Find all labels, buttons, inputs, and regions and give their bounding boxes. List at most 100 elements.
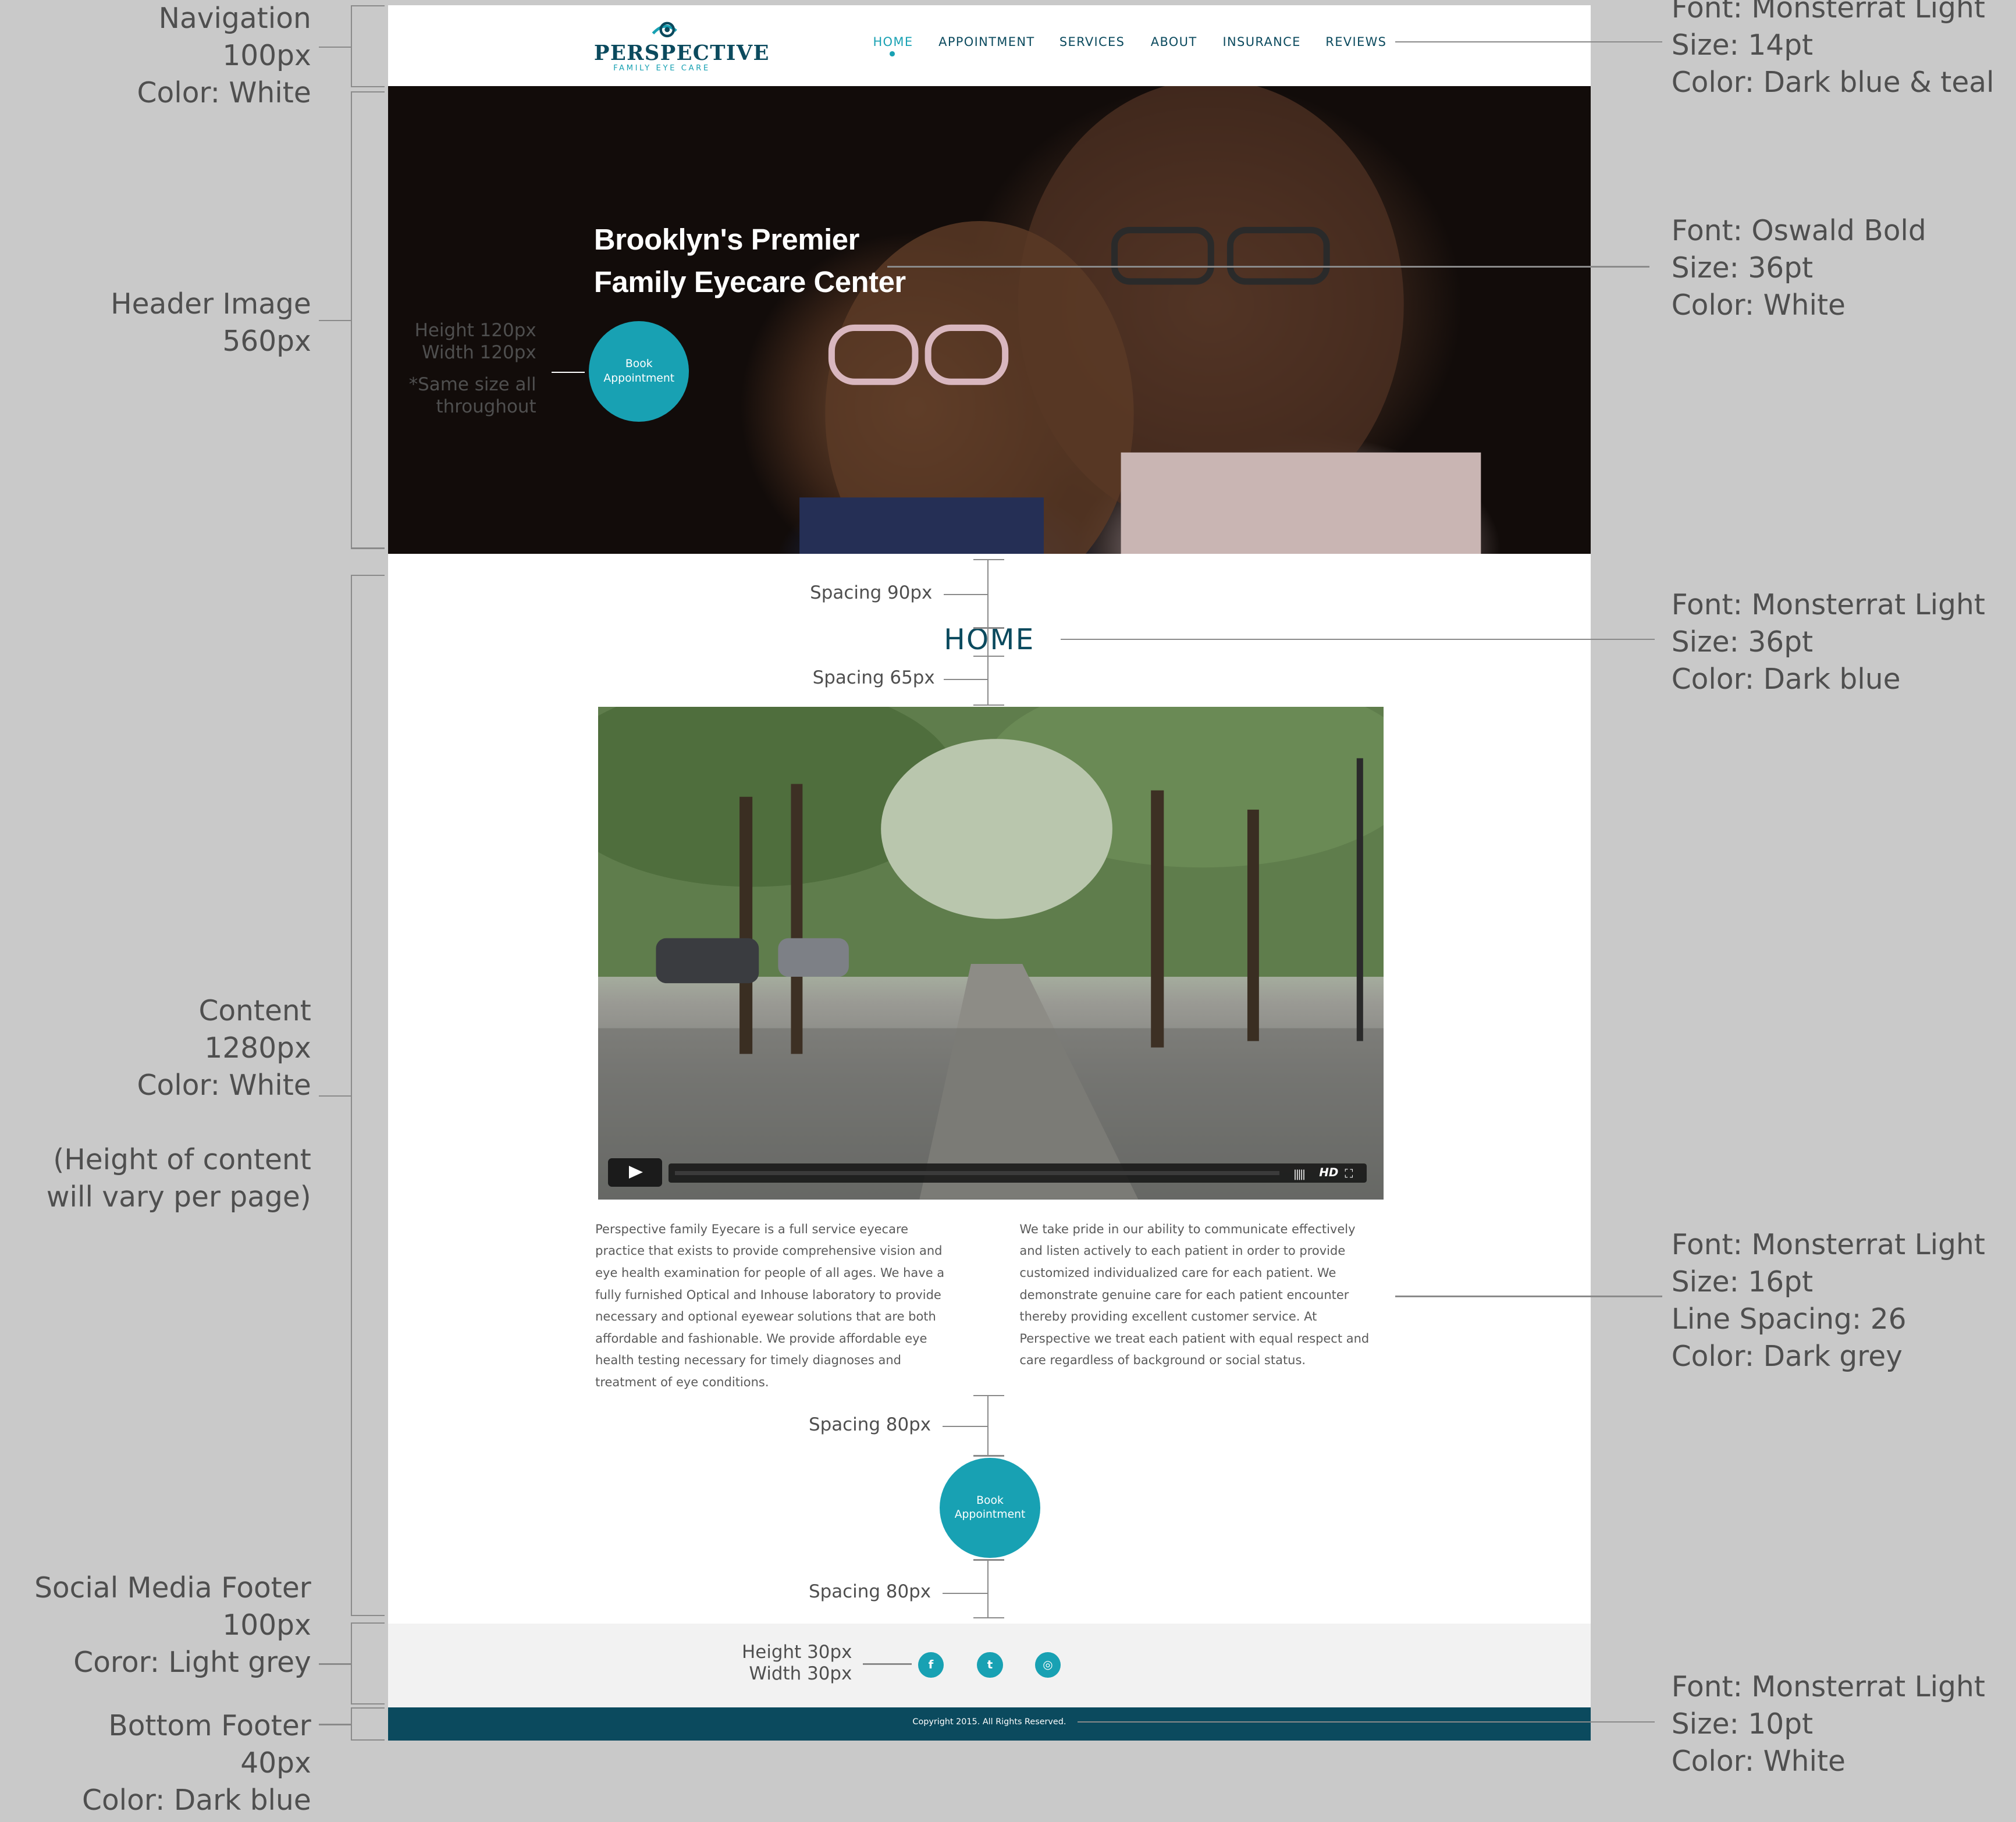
bottom-footer: Copyright 2015. All Rights Reserved. — [388, 1707, 1591, 1741]
annotation-spacing-80-top: Spacing 80px — [808, 1414, 931, 1435]
bracket-tick — [351, 574, 385, 576]
bracket-navigation — [351, 5, 353, 88]
social-media-footer: f t ◎ — [388, 1623, 1591, 1707]
bracket-tick — [351, 547, 385, 549]
active-indicator-dot — [890, 51, 895, 57]
bracket-social — [351, 1622, 353, 1705]
bracket-tick — [351, 1622, 385, 1624]
leader-line — [1061, 639, 1655, 640]
leader-line — [1395, 41, 1663, 42]
spacing-tick — [973, 704, 1004, 706]
play-button[interactable] — [608, 1158, 663, 1187]
about-paragraph-left: Perspective family Eyecare is a full ser… — [595, 1222, 945, 1389]
leader-line — [942, 1425, 988, 1427]
bracket-tick — [351, 91, 385, 93]
annotation-heading-font: Font: Monsterrat Light Size: 36pt Color:… — [1671, 588, 1985, 696]
bracket-tick — [351, 1614, 385, 1616]
annotation-navigation: Navigation 100px Color: White — [137, 2, 311, 110]
book-appointment-button-bottom[interactable]: Book Appointment — [940, 1457, 1040, 1558]
bracket-tick — [351, 1703, 385, 1705]
spacing-tick — [973, 1394, 1004, 1396]
nav-item-about[interactable]: ABOUT — [1151, 35, 1197, 49]
book-appointment-button[interactable]: Book Appointment — [589, 321, 689, 422]
spacing-marker-top — [987, 559, 989, 706]
video-controls: ||||| HD ⛶ — [608, 1158, 1367, 1187]
nav-item-insurance[interactable]: INSURANCE — [1223, 35, 1301, 49]
annotation-social-size: Height 30px Width 30px — [742, 1641, 852, 1685]
bracket-tick — [351, 1707, 385, 1709]
bracket-content — [351, 574, 353, 1616]
leader-line — [942, 1592, 988, 1595]
video-player[interactable]: ||||| HD ⛶ — [598, 707, 1384, 1200]
annotation-spacing-65: Spacing 65px — [812, 667, 935, 688]
annotation-header-image: Header Image 560px — [111, 287, 311, 358]
nav-item-appointment[interactable]: APPOINTMENT — [938, 35, 1034, 49]
hero-photo — [799, 86, 1481, 554]
twitter-icon[interactable]: t — [977, 1652, 1003, 1678]
bracket-header — [351, 91, 353, 549]
leader-line — [943, 593, 988, 596]
annotation-nav-font: Font: Monsterrat Light Size: 14pt Color:… — [1671, 0, 1994, 99]
leader-line — [887, 266, 1650, 268]
hero-title: Brooklyn's Premier Family Eyecare Center — [594, 219, 929, 304]
facebook-icon[interactable]: f — [918, 1652, 944, 1678]
leader-line — [319, 1663, 351, 1665]
annotation-hero-font: Font: Oswald Bold Size: 36pt Color: Whit… — [1671, 214, 1926, 322]
spacing-tick — [973, 1617, 1004, 1619]
book-button-line1: Book — [976, 1494, 1004, 1507]
navigation-bar: PERSPECTIVE FAMILY EYE CARE HOME APPOINT… — [388, 5, 1591, 87]
instagram-icon[interactable]: ◎ — [1034, 1652, 1061, 1678]
spacing-marker-bottom — [987, 1559, 989, 1619]
leader-line — [319, 46, 351, 48]
nav-item-reviews[interactable]: REVIEWS — [1325, 35, 1386, 49]
logo-tagline: FAMILY EYE CARE — [613, 64, 710, 73]
bracket-tick — [351, 86, 385, 88]
bracket-bottom-footer — [351, 1707, 353, 1741]
volume-icon[interactable]: ||||| — [1293, 1169, 1306, 1180]
progress-bar[interactable] — [675, 1171, 1279, 1175]
spacing-tick — [973, 1559, 1004, 1561]
book-button-line1: Book — [625, 358, 653, 371]
spacing-tick — [973, 1455, 1004, 1457]
annotation-content-note: (Height of content will vary per page) — [46, 1144, 311, 1214]
annotation-spacing-90: Spacing 90px — [810, 582, 933, 604]
annotation-footer-font: Font: Monsterrat Light Size: 10pt Color:… — [1671, 1671, 1985, 1778]
annotation-body-font: Font: Monsterrat Light Size: 16pt Line S… — [1671, 1229, 1985, 1373]
hero-title-line1: Brooklyn's Premier — [593, 222, 859, 256]
annotation-bottom-footer: Bottom Footer 40px Color: Dark blue — [82, 1709, 311, 1817]
bracket-tick — [351, 5, 385, 7]
leader-line — [943, 678, 988, 680]
hd-toggle[interactable]: HD — [1319, 1166, 1338, 1179]
logo-wordmark: PERSPECTIVE — [593, 41, 770, 65]
annotation-spacing-80-bottom: Spacing 80px — [808, 1581, 931, 1603]
leader-line — [552, 371, 585, 373]
book-button-line2: Appointment — [954, 1508, 1026, 1521]
play-icon — [628, 1166, 643, 1179]
leader-line — [1077, 1721, 1655, 1723]
nav-item-services[interactable]: SERVICES — [1059, 35, 1125, 49]
leader-line — [319, 1095, 351, 1097]
annotation-social-footer: Social Media Footer 100px Coror: Light g… — [34, 1572, 311, 1679]
logo[interactable]: PERSPECTIVE FAMILY EYE CARE — [594, 20, 769, 73]
website-mockup: PERSPECTIVE FAMILY EYE CARE HOME APPOINT… — [388, 5, 1591, 1741]
annotation-content: Content 1280px Color: White — [137, 994, 311, 1102]
leader-line — [319, 320, 351, 322]
about-paragraph-right: We take pride in our ability to communic… — [1019, 1222, 1370, 1368]
leader-line — [319, 1724, 351, 1725]
video-control-bar: ||||| HD ⛶ — [669, 1163, 1367, 1183]
video-frame-park — [598, 707, 1384, 1200]
spacing-marker-mid — [987, 1394, 989, 1457]
spacing-tick — [973, 655, 1004, 657]
header-image: Brooklyn's Premier Family Eyecare Center… — [388, 86, 1591, 554]
book-button-line2: Appointment — [603, 372, 675, 385]
leader-line — [862, 1663, 912, 1665]
annotation-button-size: Height 120px Width 120px *Same size all … — [408, 320, 536, 417]
bracket-tick — [351, 1739, 385, 1741]
eye-logo-icon — [652, 22, 677, 38]
hero-title-line2: Family Eyecare Center — [593, 265, 906, 298]
fullscreen-icon[interactable]: ⛶ — [1345, 1167, 1353, 1180]
nav-item-home[interactable]: HOME — [873, 35, 913, 49]
leader-line — [1395, 1296, 1663, 1297]
spacing-tick — [973, 559, 1004, 561]
spacing-tick — [973, 627, 1004, 629]
